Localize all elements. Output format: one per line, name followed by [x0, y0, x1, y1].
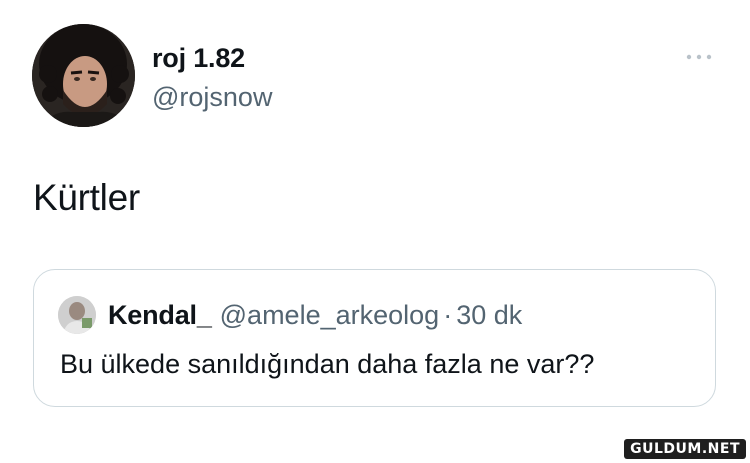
- author-avatar[interactable]: [32, 24, 135, 127]
- quoted-separator: ·: [443, 300, 453, 330]
- avatar-image: [32, 24, 135, 127]
- tweet-text: Kürtler: [33, 177, 140, 218]
- quoted-timestamp[interactable]: 30 dk: [456, 300, 522, 330]
- quoted-author-handle[interactable]: @amele_arkeolog: [220, 300, 440, 330]
- quoted-tweet-text: Bu ülkede sanıldığından daha fazla ne va…: [60, 349, 595, 379]
- quoted-tweet-header: Kendal_ @amele_arkeolog · 30 dk: [108, 298, 522, 332]
- author-display-name[interactable]: roj 1.82: [152, 41, 245, 75]
- more-horizontal-icon[interactable]: [684, 51, 714, 63]
- quoted-author-avatar[interactable]: [58, 296, 96, 334]
- quoted-tweet-card[interactable]: Kendal_ @amele_arkeolog · 30 dk Bu ülkede s…: [33, 269, 716, 407]
- quoted-avatar-image: [58, 296, 96, 334]
- watermark-logo: GULDUM.NET: [624, 439, 746, 459]
- quoted-author-display-name[interactable]: Kendal_: [108, 300, 212, 330]
- author-handle[interactable]: @rojsnow: [152, 80, 272, 114]
